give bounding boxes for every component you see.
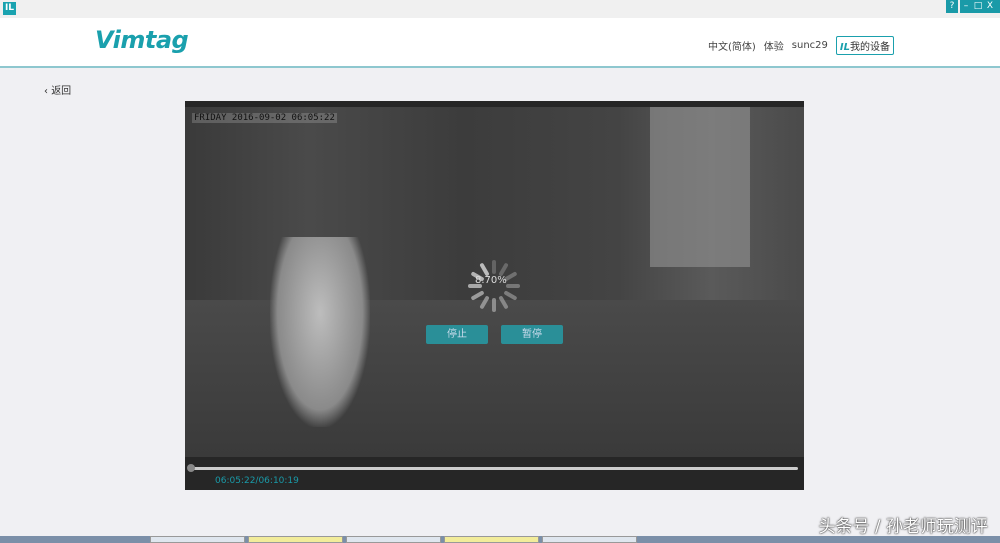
- window-controls: ? – □ X: [946, 0, 1000, 13]
- taskbar-item[interactable]: [542, 536, 637, 543]
- my-devices-button[interactable]: IL我的设备: [835, 36, 894, 55]
- user-link[interactable]: sunc29: [792, 40, 828, 51]
- app-icon: IL: [3, 2, 16, 15]
- language-link[interactable]: 中文(简体): [708, 38, 756, 53]
- stop-button[interactable]: 停止: [426, 325, 488, 344]
- video-frame[interactable]: FRIDAY 2016-09-02 06:05:22 8.70% 停止 暂停: [185, 107, 804, 457]
- progress-knob[interactable]: [187, 464, 195, 472]
- loading-spinner-icon: [468, 260, 520, 312]
- minimize-button[interactable]: –: [960, 0, 972, 13]
- taskbar: [0, 536, 1000, 543]
- osd-timestamp: FRIDAY 2016-09-02 06:05:22: [192, 113, 337, 123]
- top-nav: 中文(简体) 体验 sunc29 IL我的设备: [708, 36, 894, 55]
- title-bar: IL ? – □ X: [0, 0, 1000, 18]
- taskbar-item[interactable]: [346, 536, 441, 543]
- progress-bar[interactable]: [190, 467, 798, 470]
- experience-link[interactable]: 体验: [764, 38, 784, 53]
- maximize-button[interactable]: □: [972, 0, 984, 13]
- back-button[interactable]: ‹ 返回: [44, 82, 71, 97]
- pause-button[interactable]: 暂停: [501, 325, 563, 344]
- playback-time: 06:05:22/06:10:19: [215, 476, 299, 486]
- device-logo-icon: IL: [839, 42, 850, 53]
- taskbar-item[interactable]: [150, 536, 245, 543]
- header: Vimtag 中文(简体) 体验 sunc29 IL我的设备: [0, 18, 1000, 68]
- loading-percent: 8.70%: [475, 275, 507, 286]
- taskbar-item[interactable]: [248, 536, 343, 543]
- taskbar-item[interactable]: [444, 536, 539, 543]
- help-button[interactable]: ?: [946, 0, 958, 13]
- close-button[interactable]: X: [984, 0, 996, 13]
- video-player: FRIDAY 2016-09-02 06:05:22 8.70% 停止 暂停 0…: [185, 101, 804, 490]
- logo: Vimtag: [95, 26, 189, 54]
- watermark: 头条号 / 孙老师玩测评: [818, 517, 988, 537]
